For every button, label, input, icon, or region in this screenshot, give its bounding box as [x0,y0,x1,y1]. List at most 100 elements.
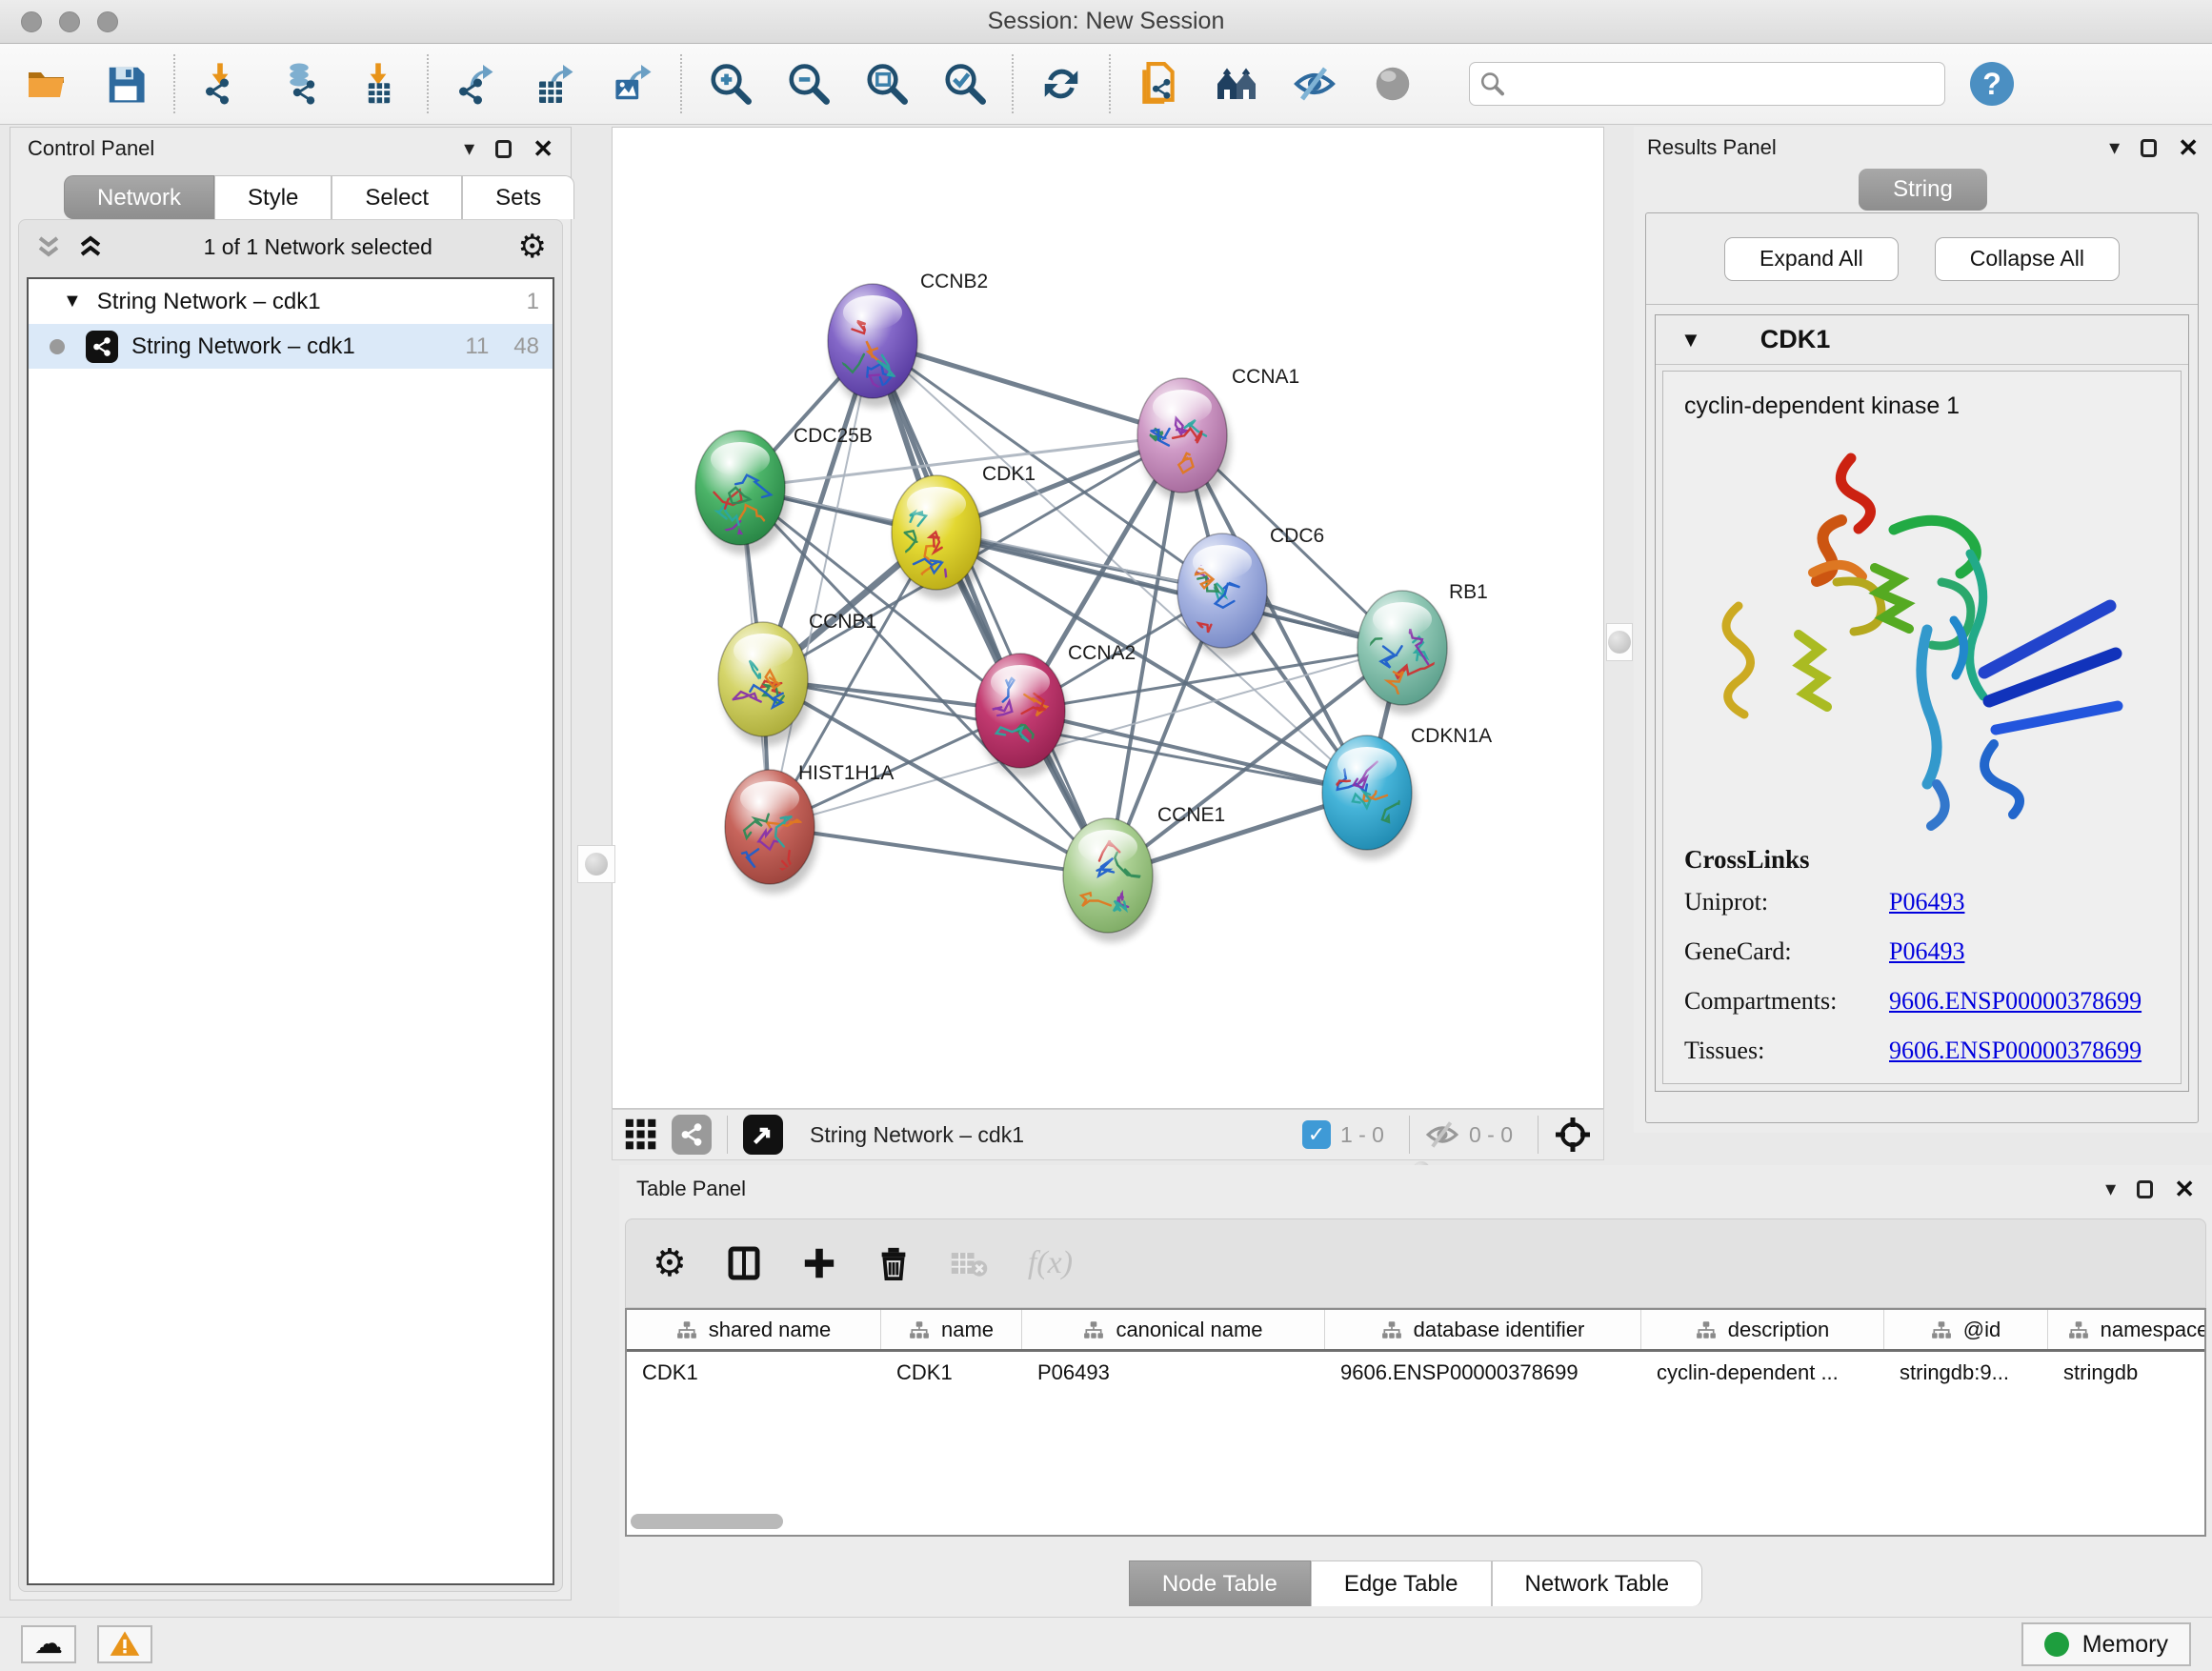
network-node-count: 11 [465,333,489,360]
zoom-selected-button[interactable] [941,61,987,107]
zoom-out-button[interactable] [785,61,831,107]
crosslink-link[interactable]: P06493 [1889,888,1964,916]
network-view-canvas[interactable]: CCNB2CCNA1CDC25BCDK1CDC6RB1CCNB1CCNA2CDK… [612,127,1604,1109]
table-cell[interactable]: stringdb [2048,1352,2206,1394]
import-network-from-database-button[interactable] [278,61,324,107]
expand-all-networks-icon[interactable] [76,232,105,261]
column-header-sharedname[interactable]: shared name [627,1310,881,1349]
network-collection-row[interactable]: ▼ String Network – cdk1 1 [29,279,553,324]
network-options-gear-icon[interactable]: ⚙ [518,231,547,263]
results-panel-collapse-icon[interactable]: ▾ [2109,137,2120,158]
network-tab-content: 1 of 1 Network selected ⚙ ▼ String Netwo… [18,219,563,1592]
grid-view-icon[interactable] [624,1117,658,1152]
table-panel-close-icon[interactable]: ✕ [2174,1177,2195,1201]
tab-node-table[interactable]: Node Table [1129,1560,1311,1606]
zoom-in-button[interactable] [707,61,753,107]
collapse-all-networks-icon[interactable] [34,232,63,261]
network-share-icon[interactable] [672,1115,712,1155]
results-panel-title: Results Panel [1647,135,2109,160]
cloud-status-button[interactable]: ☁ [21,1625,76,1663]
svg-text:HIST1H1A: HIST1H1A [798,762,894,784]
table-cell[interactable]: P06493 [1022,1352,1325,1394]
column-header-id[interactable]: @id [1884,1310,2048,1349]
column-header-name[interactable]: name [881,1310,1022,1349]
import-network-button[interactable] [200,61,246,107]
collapse-all-button[interactable]: Collapse All [1935,237,2120,281]
table-cell[interactable]: CDK1 [881,1352,1022,1394]
table-options-gear-icon[interactable]: ⚙ [653,1244,687,1282]
export-table-button[interactable] [532,61,577,107]
table-cell[interactable]: CDK1 [627,1352,881,1394]
hierarchy-icon [909,1319,930,1340]
main-toolbar: ? [0,44,2212,125]
export-image-button[interactable] [610,61,655,107]
tab-network[interactable]: Network [64,175,214,219]
tab-style[interactable]: Style [214,175,332,219]
table-cell[interactable]: stringdb:9... [1884,1352,2048,1394]
column-header-canonicalname[interactable]: canonical name [1022,1310,1325,1349]
table-panel-float-icon[interactable] [2137,1180,2153,1198]
string-network-graph[interactable]: CCNB2CCNA1CDC25BCDK1CDC6RB1CCNB1CCNA2CDK… [613,128,1603,1108]
node-table[interactable]: shared namenamecanonical namedatabase id… [625,1308,2206,1537]
results-panel-close-icon[interactable]: ✕ [2178,135,2199,160]
warnings-button[interactable] [97,1625,152,1663]
column-header-databaseidentifier[interactable]: database identifier [1325,1310,1641,1349]
search-input[interactable] [1512,71,1935,96]
collection-expand-caret-icon[interactable]: ▼ [63,291,82,312]
tab-sets[interactable]: Sets [462,175,574,219]
zoom-fit-button[interactable] [863,61,909,107]
birds-eye-view-icon[interactable] [743,1115,783,1155]
crosslink-link[interactable]: 9606.ENSP00000378699 [1889,987,2142,1016]
network-row[interactable]: String Network – cdk1 11 48 [29,324,553,369]
hierarchy-icon [1381,1319,1402,1340]
group-nodes-button[interactable] [1214,61,1259,107]
tab-network-table[interactable]: Network Table [1492,1560,1703,1606]
import-table-button[interactable] [356,61,402,107]
network-label: String Network – cdk1 [131,333,440,360]
crosslink-row: Tissues: 9606.ENSP00000378699 [1684,1037,2181,1065]
crosslink-link[interactable]: 9606.ENSP00000378699 [1889,1037,2142,1065]
cdk1-section-header[interactable]: ▼ CDK1 [1656,315,2188,365]
save-session-button[interactable] [103,61,149,107]
tab-edge-table[interactable]: Edge Table [1311,1560,1492,1606]
fit-selected-crosshair-icon[interactable] [1554,1116,1592,1154]
create-column-icon[interactable] [801,1245,837,1281]
show-all-button[interactable] [1370,61,1416,107]
collection-count: 1 [527,289,539,315]
cdk1-collapse-caret-icon[interactable]: ▼ [1680,328,1701,352]
table-cell[interactable]: cyclin-dependent ... [1641,1352,1884,1394]
window-title: Session: New Session [0,8,2212,35]
network-edge-count: 48 [513,333,539,360]
control-panel-close-icon[interactable]: ✕ [533,136,553,161]
network-snapshot-button[interactable] [1136,61,1181,107]
hide-selected-button[interactable] [1292,61,1337,107]
table-panel-collapse-icon[interactable]: ▾ [2105,1178,2116,1199]
export-network-button[interactable] [453,61,499,107]
selected-nodes-checkbox-icon[interactable]: ✓ [1302,1120,1331,1149]
table-horizontal-scrollbar[interactable] [631,1514,783,1529]
tab-select[interactable]: Select [332,175,462,219]
right-splitter-handle[interactable] [1606,623,1633,661]
control-panel-float-icon[interactable] [495,140,512,158]
left-splitter-handle[interactable] [577,845,615,883]
tab-string[interactable]: String [1859,169,1987,211]
memory-button[interactable]: Memory [2021,1622,2191,1666]
delete-column-trash-icon[interactable] [875,1245,912,1281]
svg-text:CCNA1: CCNA1 [1232,366,1299,388]
column-header-namespace[interactable]: namespace [2048,1310,2206,1349]
svg-text:CDKN1A: CDKN1A [1411,725,1492,747]
table-body: CDK1CDK1P064939606.ENSP00000378699cyclin… [627,1352,2204,1394]
help-button[interactable]: ? [1970,62,2014,106]
search-field[interactable] [1469,62,1945,106]
apply-layout-button[interactable] [1038,61,1084,107]
current-network-name: String Network – cdk1 [810,1122,1302,1148]
open-session-button[interactable] [25,61,70,107]
expand-all-button[interactable]: Expand All [1724,237,1899,281]
results-panel-float-icon[interactable] [2141,139,2157,157]
show-columns-icon[interactable] [725,1244,763,1282]
crosslink-link[interactable]: P06493 [1889,937,1964,966]
control-panel-collapse-icon[interactable]: ▾ [464,138,474,159]
table-row[interactable]: CDK1CDK1P064939606.ENSP00000378699cyclin… [627,1352,2204,1394]
table-cell[interactable]: 9606.ENSP00000378699 [1325,1352,1641,1394]
column-header-description[interactable]: description [1641,1310,1884,1349]
